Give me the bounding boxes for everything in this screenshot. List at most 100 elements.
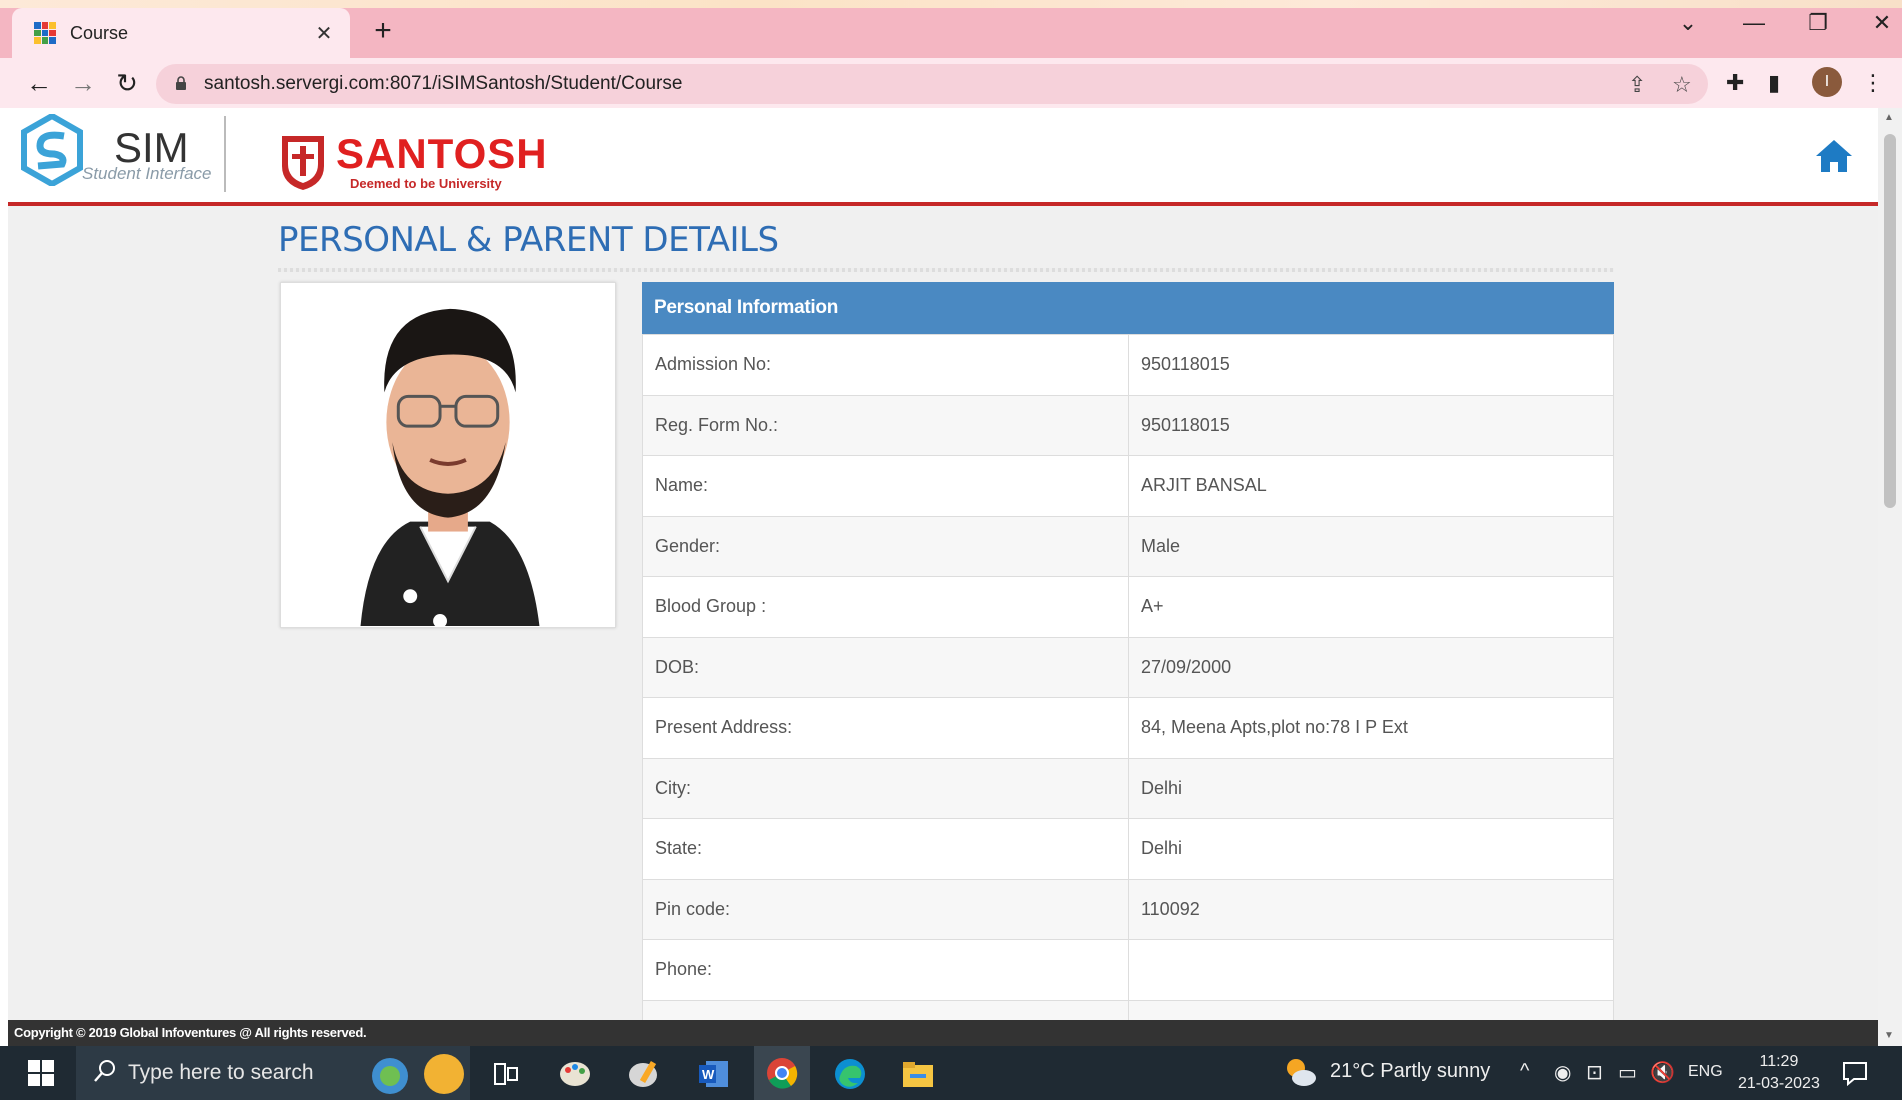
- restore-icon[interactable]: ❐: [1798, 10, 1838, 36]
- profile-avatar[interactable]: I: [1812, 67, 1842, 97]
- row-label: Present Address:: [642, 697, 1129, 759]
- location-icon[interactable]: ◉: [1554, 1060, 1571, 1085]
- row-value: A+: [1128, 576, 1614, 638]
- extensions-icon[interactable]: ✚: [1726, 70, 1744, 96]
- row-value: 950118015: [1128, 334, 1614, 396]
- forward-icon[interactable]: →: [66, 66, 100, 100]
- row-label: Admission No:: [642, 334, 1129, 396]
- table-row: Admission No: 950118015: [642, 334, 1614, 396]
- weather-partly-sunny-icon[interactable]: [1284, 1056, 1318, 1088]
- close-window-icon[interactable]: ✕: [1862, 10, 1902, 36]
- copyright-footer: Copyright © 2019 Global Infoventures @ A…: [8, 1020, 1878, 1046]
- clock-date: 21-03-2023: [1738, 1075, 1820, 1092]
- new-tab-icon[interactable]: +: [368, 14, 398, 48]
- table-row: Blood Group : A+: [642, 576, 1614, 638]
- table-row: Pin code: 110092: [642, 878, 1614, 940]
- table-row: Gender: Male: [642, 515, 1614, 577]
- browser-tab-strip: Course ✕ + ⌄ — ❐ ✕: [0, 0, 1902, 58]
- bookmark-star-icon[interactable]: ☆: [1672, 72, 1692, 98]
- home-icon[interactable]: [1814, 136, 1854, 176]
- table-row: Present Address: 84, Meena Apts,plot no:7…: [642, 697, 1614, 759]
- table-row: Name: ARJIT BANSAL: [642, 455, 1614, 517]
- row-label: Gender:: [642, 515, 1129, 577]
- personal-info-header: Personal Information: [642, 282, 1614, 334]
- search-highlight-icon: [372, 1054, 464, 1094]
- scroll-down-icon[interactable]: ▼: [1884, 1030, 1894, 1041]
- chrome-app-icon[interactable]: [754, 1046, 810, 1100]
- row-value: arjitbansal2709@gmail.com: [1128, 999, 1614, 1020]
- personal-info-table: Admission No: 950118015 Reg. Form No.: 950…: [642, 334, 1614, 1020]
- page-scrollbar[interactable]: ▲ ▼: [1878, 108, 1902, 1046]
- row-label: Pin code:: [642, 878, 1129, 940]
- clock-time: 11:29: [1759, 1053, 1799, 1070]
- browser-toolbar: ← → ↻ santosh.servergi.com:8071/iSIMSant…: [0, 58, 1902, 108]
- sim-logo-icon[interactable]: [20, 114, 84, 186]
- url-text[interactable]: santosh.servergi.com:8071/iSIMSantosh/St…: [204, 73, 682, 95]
- row-label: Email ID:: [642, 999, 1129, 1020]
- table-row: DOB: 27/09/2000: [642, 636, 1614, 698]
- student-photo: [280, 282, 616, 628]
- sim-subtitle: Student Interface: [82, 164, 212, 183]
- edge-app-icon[interactable]: [830, 1054, 870, 1094]
- chevron-up-icon[interactable]: ^: [1520, 1060, 1529, 1083]
- table-row: City: Delhi: [642, 757, 1614, 819]
- row-value: Delhi: [1128, 757, 1614, 819]
- lock-icon: [176, 76, 186, 90]
- row-value: Delhi: [1128, 818, 1614, 880]
- back-icon[interactable]: ←: [22, 66, 56, 100]
- row-label: DOB:: [642, 636, 1129, 698]
- file-explorer-icon[interactable]: [898, 1054, 938, 1094]
- paint-app-icon[interactable]: [556, 1054, 596, 1094]
- row-label: Blood Group :: [642, 576, 1129, 638]
- minimize-icon[interactable]: —: [1734, 10, 1774, 36]
- search-icon: [94, 1060, 115, 1082]
- row-value: ARJIT BANSAL: [1128, 455, 1614, 517]
- windows-start-icon[interactable]: [28, 1060, 54, 1086]
- taskbar-search[interactable]: Type here to search: [76, 1046, 470, 1100]
- network-icon[interactable]: ▭: [1618, 1060, 1637, 1085]
- row-label: Reg. Form No.:: [642, 394, 1129, 456]
- volume-muted-icon[interactable]: 🔇: [1650, 1060, 1675, 1085]
- word-app-icon[interactable]: W: [694, 1054, 734, 1094]
- student-photo-image: [281, 283, 615, 628]
- university-tagline: Deemed to be University: [350, 176, 502, 191]
- taskbar-clock[interactable]: 11:29 21-03-2023: [1738, 1051, 1820, 1095]
- menu-kebab-icon[interactable]: ⋮: [1862, 70, 1884, 96]
- row-value: 27/09/2000: [1128, 636, 1614, 698]
- share-icon[interactable]: ⇪: [1628, 72, 1646, 98]
- notifications-icon[interactable]: [1842, 1060, 1868, 1086]
- tab-title: Course: [70, 22, 129, 43]
- row-value: Male: [1128, 515, 1614, 577]
- site-header: SIM Student Interface SANTOSH Deemed to …: [8, 108, 1878, 206]
- row-value: [1128, 939, 1614, 1001]
- personal-info-panel: Personal Information Admission No: 950118…: [642, 282, 1614, 1020]
- header-divider: [224, 116, 226, 192]
- table-row: Phone:: [642, 939, 1614, 1001]
- table-row: Email ID:arjitbansal2709@gmail.com: [642, 999, 1614, 1020]
- scroll-up-icon[interactable]: ▲: [1884, 112, 1894, 123]
- svg-text:W: W: [702, 1067, 715, 1082]
- tab-search-icon[interactable]: ⌄: [1668, 10, 1708, 36]
- row-value: 84, Meena Apts,plot no:78 I P Ext: [1128, 697, 1614, 759]
- weather-text[interactable]: 21°C Partly sunny: [1330, 1060, 1490, 1083]
- university-name: SANTOSH: [336, 130, 548, 177]
- page-content: SIM Student Interface SANTOSH Deemed to …: [8, 108, 1878, 1020]
- reload-icon[interactable]: ↻: [110, 66, 144, 100]
- scroll-thumb[interactable]: [1884, 134, 1896, 508]
- paint3d-app-icon[interactable]: [624, 1054, 664, 1094]
- close-tab-icon[interactable]: ✕: [312, 21, 336, 46]
- university-seal-icon: [282, 136, 324, 190]
- address-bar[interactable]: santosh.servergi.com:8071/iSIMSantosh/St…: [156, 64, 1708, 104]
- row-label: Phone:: [642, 939, 1129, 1001]
- browser-tab[interactable]: Course ✕: [12, 8, 350, 58]
- windows-taskbar: Type here to search W 21°C Partly sunny …: [0, 1046, 1902, 1100]
- meet-now-icon[interactable]: ⊡: [1586, 1060, 1603, 1085]
- row-label: State:: [642, 818, 1129, 880]
- language-indicator[interactable]: ENG: [1688, 1063, 1723, 1081]
- row-label: City:: [642, 757, 1129, 819]
- title-underline: [278, 268, 1614, 272]
- page-title: PERSONAL & PARENT DETAILS: [278, 220, 779, 260]
- row-value: 950118015: [1128, 394, 1614, 456]
- task-view-icon[interactable]: [486, 1054, 526, 1094]
- side-panel-icon[interactable]: ▮: [1768, 70, 1780, 96]
